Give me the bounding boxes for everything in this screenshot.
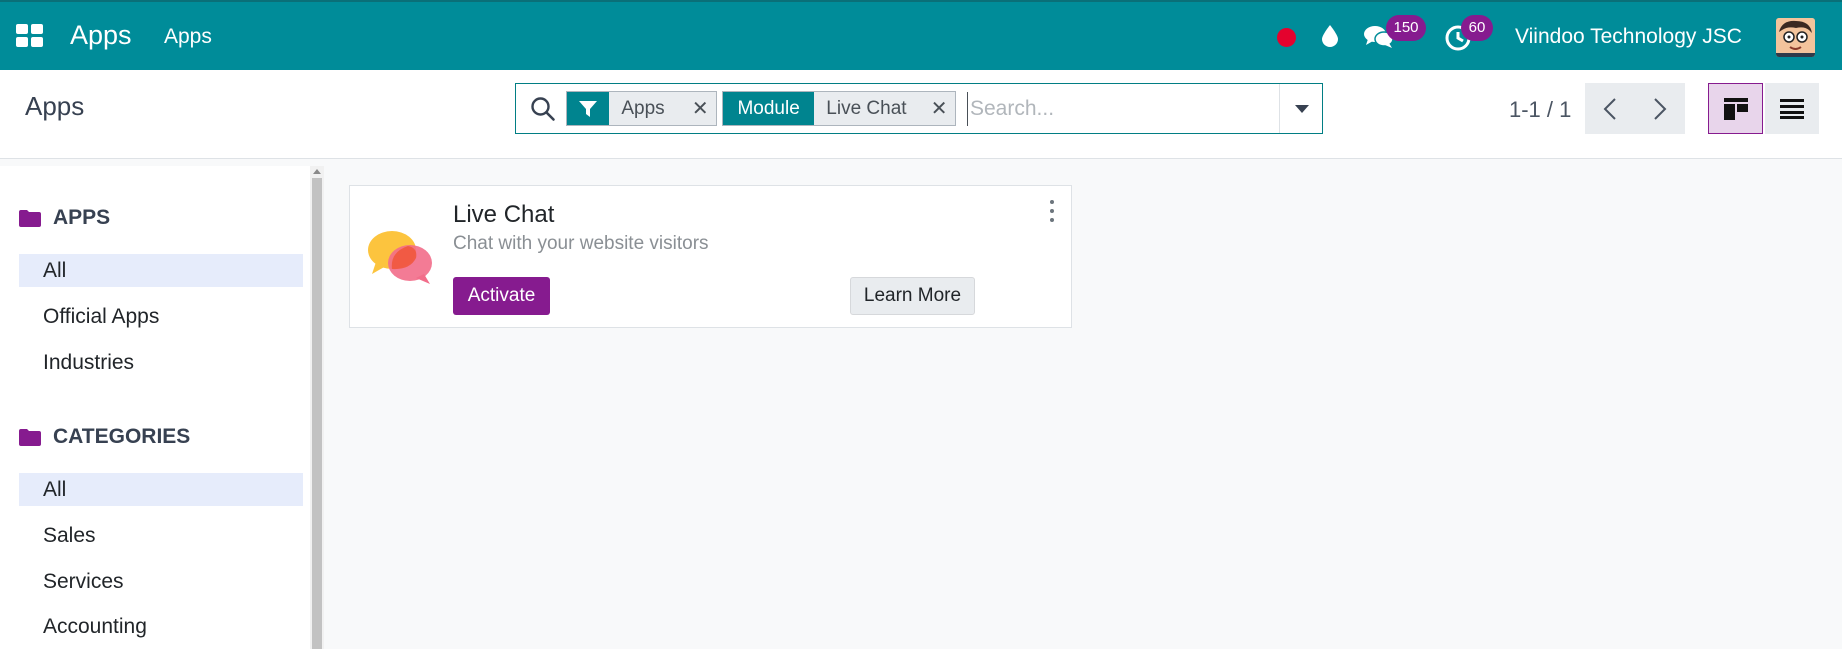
pager-next-button[interactable] [1635,83,1685,134]
folder-icon [19,209,41,227]
facet-filter-value: Apps [621,97,665,119]
sidebar-section-apps-title: APPS [53,206,111,229]
chevron-left-icon [1603,97,1616,120]
chevron-right-icon [1654,97,1667,120]
facet-filter-icon-box [567,92,610,125]
sidebar-item-apps-all[interactable]: All [19,254,303,287]
user-avatar[interactable] [1776,18,1815,57]
sidebar-item-industries[interactable]: Industries [19,346,303,379]
list-icon [1780,98,1804,119]
kanban-view-button[interactable] [1708,83,1763,134]
company-switcher[interactable]: Viindoo Technology JSC [1515,25,1742,49]
activate-button[interactable]: Activate [453,277,550,315]
pager-previous-button[interactable] [1585,83,1635,134]
pager-value[interactable]: 1-1 / 1 [1509,97,1571,123]
list-view-button[interactable] [1765,83,1819,134]
drop-icon[interactable] [1320,24,1340,48]
sidebar-item-categories-all[interactable]: All [19,473,303,506]
sidebar-scrollbar[interactable] [310,166,324,649]
search-icon[interactable] [530,96,556,122]
facet-module-label: Module [723,92,815,125]
live-chat-bubbles-icon [368,231,432,284]
remove-facet-close-icon[interactable]: ✕ [923,92,955,125]
top-navbar: Apps Apps 150 60 Viindoo Technology JSC [0,0,1842,70]
card-more-options-icon[interactable] [1048,200,1056,222]
filter-sidebar: APPS All Official Apps Industries CATEGO… [0,166,324,649]
remove-facet-close-icon[interactable]: ✕ [684,92,716,125]
sidebar-section-apps: APPS [19,206,110,230]
messages-badge: 150 [1386,15,1426,41]
sidebar-section-categories-title: CATEGORIES [53,425,191,448]
filter-icon [579,100,598,117]
scrollbar-thumb[interactable] [312,178,322,649]
page-title: Apps [25,91,85,121]
status-dot-icon[interactable] [1277,28,1296,47]
menu-item-apps[interactable]: Apps [164,25,212,49]
app-brand[interactable]: Apps [70,20,132,51]
search-bar: Apps ✕ Module Live Chat ✕ [515,83,1323,134]
kanban-icon [1723,97,1748,120]
search-options-dropdown-toggle[interactable] [1279,84,1323,133]
sidebar-item-sales[interactable]: Sales [19,519,303,552]
control-panel: Apps Apps ✕ Module Live Chat ✕ 1-1 / 1 [0,70,1842,159]
app-card-live-chat[interactable]: Live Chat Chat with your website visitor… [349,185,1072,328]
sidebar-item-accounting[interactable]: Accounting [19,610,303,643]
sidebar-item-services[interactable]: Services [19,565,303,598]
activities-badge: 60 [1461,15,1493,41]
facet-module-value: Live Chat [826,97,907,119]
sidebar-section-categories: CATEGORIES [19,425,190,449]
app-card-title: Live Chat [453,201,555,228]
search-input[interactable] [967,92,1277,126]
sidebar-item-official-apps[interactable]: Official Apps [19,300,303,333]
folder-icon [19,428,41,446]
search-facet-filter: Apps ✕ [566,91,717,126]
apps-menu-icon[interactable] [16,24,43,47]
app-card-summary: Chat with your website visitors [453,233,709,254]
search-facet-module: Module Live Chat ✕ [722,91,956,126]
scroll-up-arrow-icon[interactable] [313,169,321,174]
learn-more-button[interactable]: Learn More [850,277,975,315]
